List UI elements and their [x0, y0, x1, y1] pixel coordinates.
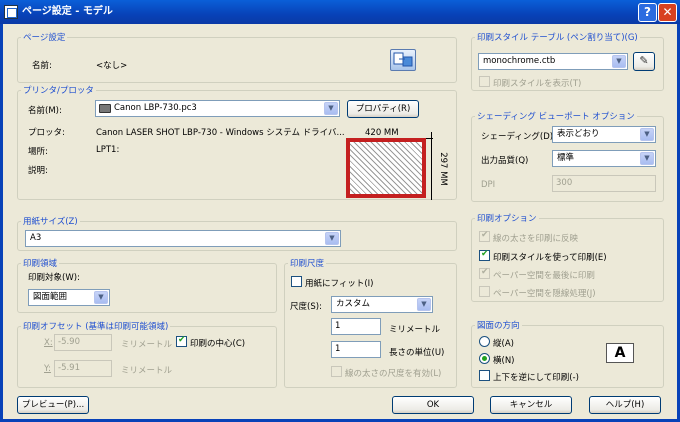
- fit-to-paper-checkbox[interactable]: [291, 276, 302, 287]
- orientation-label: 図面の方向: [475, 319, 522, 331]
- hide-paperspace-checkbox[interactable]: [479, 286, 490, 297]
- chevron-down-icon: ▼: [325, 232, 339, 245]
- plot-options-label: 印刷オプション: [475, 212, 539, 224]
- what-to-plot-label: 印刷対象(W):: [28, 273, 80, 283]
- properties-button[interactable]: プロパティ(R): [347, 100, 419, 118]
- shade-plot-select[interactable]: 表示どおり ▼: [552, 126, 656, 143]
- close-button[interactable]: ✕: [658, 3, 677, 22]
- window-title: ページ設定 - モデル: [22, 6, 113, 17]
- scale-unit1: ミリメートル: [389, 325, 441, 335]
- portrait-label: 縦(A): [493, 339, 514, 349]
- display-plot-styles-label: 印刷スタイルを表示(T): [493, 79, 582, 89]
- plot-with-styles-label: 印刷スタイルを使って印刷(E): [493, 253, 607, 263]
- plot-lineweights-label: 線の太さを印刷に反映: [493, 234, 579, 244]
- scale-lineweights-label: 線の太さの尺度を有効(L): [345, 369, 442, 379]
- paper-preview: [346, 138, 426, 198]
- portrait-radio[interactable]: [479, 336, 490, 347]
- help-button[interactable]: ヘルプ(H): [589, 396, 661, 414]
- printer-name-label: 名前(M):: [28, 106, 62, 116]
- y-offset-input[interactable]: -5.91: [54, 360, 112, 377]
- paper-size-value: A3: [30, 233, 42, 243]
- import-icon[interactable]: [390, 49, 416, 71]
- chevron-down-icon: ▼: [640, 128, 654, 141]
- plot-paperspace-last-label: ペーパー空間を最後に印刷: [493, 271, 595, 281]
- landscape-radio[interactable]: [479, 353, 490, 364]
- shaded-viewport-label: シェーディング ビューポート オプション: [475, 110, 637, 122]
- preview-button[interactable]: プレビュー(P)...: [17, 396, 89, 414]
- upside-down-label: 上下を逆にして印刷(-): [493, 373, 579, 383]
- x-offset-unit: ミリメートル: [121, 340, 173, 350]
- plot-lineweights-checkbox[interactable]: [479, 230, 490, 242]
- plot-style-table-select[interactable]: monochrome.ctb ▼: [478, 53, 628, 70]
- ok-button[interactable]: OK: [392, 396, 474, 414]
- y-offset-label: Y:: [44, 364, 51, 374]
- dpi-input[interactable]: 300: [552, 175, 656, 192]
- printer-icon: [99, 104, 111, 113]
- plot-style-table-value: monochrome.ctb: [483, 56, 556, 66]
- fit-to-paper-label: 用紙にフィット(I): [305, 279, 374, 289]
- page-setup-name-value: <なし>: [96, 61, 128, 71]
- quality-select[interactable]: 標準 ▼: [552, 150, 656, 167]
- description-label: 説明:: [28, 166, 48, 176]
- plot-with-styles-checkbox[interactable]: [479, 249, 490, 261]
- plotter-value: Canon LASER SHOT LBP-730 - Windows システム …: [96, 128, 344, 138]
- quality-label: 出力品質(Q): [481, 156, 529, 166]
- orientation-icon: A: [606, 343, 634, 363]
- chevron-down-icon: ▼: [324, 102, 338, 115]
- shade-plot-label: シェーディング(D): [481, 132, 554, 142]
- preview-height-line: [431, 132, 432, 200]
- chevron-down-icon: ▼: [94, 291, 108, 304]
- cancel-button[interactable]: キャンセル: [490, 396, 572, 414]
- display-plot-styles-checkbox[interactable]: [479, 76, 490, 87]
- printer-select[interactable]: Canon LBP-730.pc3 ▼: [95, 100, 340, 117]
- help-title-button[interactable]: ?: [638, 3, 657, 22]
- paper-size-select[interactable]: A3 ▼: [25, 230, 341, 247]
- plotter-label: プロッタ:: [28, 128, 65, 138]
- scale-lineweights-checkbox[interactable]: [331, 366, 342, 377]
- title-bar: ページ設定 - モデル: [0, 0, 680, 24]
- landscape-label: 横(N): [493, 356, 515, 366]
- preview-width-label: 420 MM: [365, 128, 399, 138]
- preview-height-label: 297 MM: [437, 152, 448, 186]
- where-label: 場所:: [28, 147, 48, 157]
- x-offset-input[interactable]: -5.90: [54, 334, 112, 351]
- chevron-down-icon: ▼: [612, 55, 626, 68]
- chevron-down-icon: ▼: [640, 152, 654, 165]
- pencil-icon: ✎: [639, 54, 649, 67]
- center-plot-checkbox[interactable]: [176, 335, 187, 347]
- chevron-down-icon: ▼: [417, 298, 431, 311]
- scale-unit2: 長さの単位(U): [389, 348, 445, 358]
- plot-paperspace-last-checkbox[interactable]: [479, 267, 490, 279]
- y-offset-unit: ミリメートル: [121, 366, 173, 376]
- plot-offset-label: 印刷オフセット (基準は印刷可能領域): [21, 320, 171, 332]
- scale-value: カスタム: [336, 299, 371, 309]
- x-offset-label: X:: [44, 338, 53, 348]
- scale-value1-input[interactable]: 1: [331, 318, 381, 335]
- plot-area-label: 印刷領域: [21, 257, 60, 269]
- edit-plot-style-button[interactable]: ✎: [633, 52, 655, 71]
- printer-group-label: プリンタ/プロッタ: [21, 84, 96, 96]
- center-plot-label: 印刷の中心(C): [190, 339, 246, 349]
- app-icon: [4, 5, 18, 19]
- scale-label: 尺度(S):: [290, 302, 322, 312]
- shade-plot-value: 表示どおり: [557, 129, 600, 139]
- name-label: 名前:: [32, 61, 52, 71]
- what-to-plot-value: 図面範囲: [33, 292, 68, 302]
- hide-paperspace-label: ペーパー空間を隠線処理(J): [493, 289, 596, 299]
- what-to-plot-select[interactable]: 図面範囲 ▼: [28, 289, 110, 306]
- paper-size-label: 用紙サイズ(Z): [21, 215, 80, 227]
- scale-value2-input[interactable]: 1: [331, 341, 381, 358]
- where-value: LPT1:: [96, 145, 120, 155]
- upside-down-checkbox[interactable]: [479, 370, 490, 381]
- page-setup-label: ページ設定: [21, 31, 68, 43]
- dpi-label: DPI: [481, 180, 496, 190]
- printer-select-value: Canon LBP-730.pc3: [114, 103, 197, 113]
- quality-value: 標準: [557, 153, 575, 163]
- scale-select[interactable]: カスタム ▼: [331, 296, 433, 313]
- plot-style-table-label: 印刷スタイル テーブル (ペン割り当て)(G): [475, 31, 640, 43]
- plot-scale-label: 印刷尺度: [288, 257, 327, 269]
